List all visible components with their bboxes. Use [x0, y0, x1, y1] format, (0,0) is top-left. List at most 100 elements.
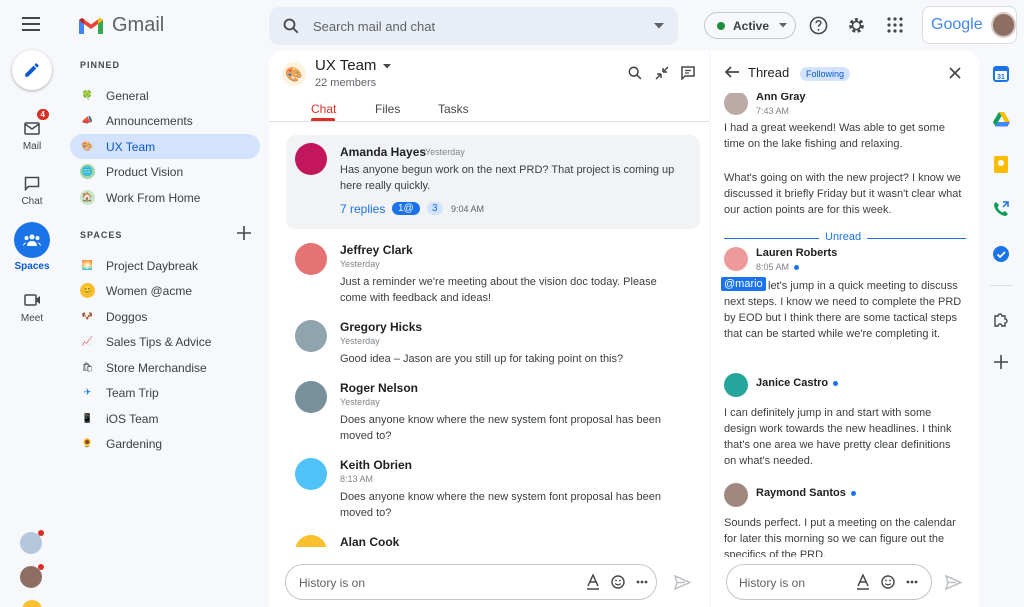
- calendar-icon[interactable]: 31: [990, 63, 1012, 85]
- close-icon[interactable]: [949, 67, 961, 79]
- mention-chip[interactable]: @mario: [721, 277, 766, 291]
- bottom-dm-avatar-partial[interactable]: [22, 600, 42, 607]
- sidebar-item-product-vision[interactable]: 🌐 Product Vision: [70, 159, 260, 184]
- bottom-dm-avatar[interactable]: [20, 564, 44, 588]
- sidebar-item-doggos[interactable]: 🐶 Doggos: [70, 304, 260, 329]
- sidebar-item-label: UX Team: [106, 139, 156, 154]
- space-title[interactable]: UX Team: [315, 57, 376, 74]
- sidebar-item-gardening[interactable]: 🌻 Gardening: [70, 431, 260, 456]
- voice-phone-icon[interactable]: [990, 198, 1012, 220]
- thread-compose-box[interactable]: History is on: [726, 564, 932, 600]
- message-author: Janice Castro: [756, 377, 839, 389]
- replies-link[interactable]: 7 replies: [340, 202, 385, 216]
- sidebar-item-ux-team[interactable]: 🎨 UX Team: [70, 134, 260, 159]
- avatar: [724, 483, 748, 507]
- chart-icon: 📈: [81, 336, 94, 346]
- compose-box[interactable]: History is on: [285, 564, 657, 600]
- search-bar[interactable]: Search mail and chat: [269, 7, 678, 45]
- sidebar-item-sales-tips[interactable]: 📈 Sales Tips & Advice: [70, 329, 260, 354]
- tab-chat[interactable]: Chat: [311, 102, 336, 116]
- message-author: Jeffrey Clark: [340, 243, 413, 257]
- send-icon[interactable]: [674, 575, 691, 590]
- emoji-icon[interactable]: [881, 575, 895, 589]
- following-badge[interactable]: Following: [800, 67, 851, 81]
- message-author: Ann Gray: [756, 93, 806, 103]
- sidebar-item-general[interactable]: 🍀 General: [70, 83, 260, 108]
- help-icon[interactable]: [809, 16, 828, 35]
- space-menu-chevron-icon[interactable]: [383, 64, 391, 69]
- app-rail: 4 Mail Chat Spaces Meet: [0, 0, 64, 607]
- drive-icon[interactable]: [990, 108, 1012, 130]
- avatar: [724, 247, 748, 271]
- rail-meet[interactable]: Meet: [0, 287, 64, 324]
- rail-chat-label: Chat: [21, 196, 43, 207]
- thread-compose-input[interactable]: History is on: [739, 576, 805, 590]
- main-menu-icon[interactable]: [22, 17, 40, 31]
- send-icon[interactable]: [945, 575, 962, 590]
- more-options-icon[interactable]: [906, 580, 918, 584]
- message-time: Yesterday: [340, 259, 380, 269]
- sidebar-item-store-merchandise[interactable]: 🛍 Store Merchandise: [70, 355, 260, 380]
- chevron-down-icon: [779, 23, 788, 28]
- highlighted-message[interactable]: Amanda Hayes Yesterday Has anyone begun …: [286, 135, 700, 229]
- message-author: Alan Cook: [340, 535, 400, 547]
- add-space-icon[interactable]: [237, 226, 251, 240]
- sidebar-item-work-from-home[interactable]: 🏠 Work From Home: [70, 185, 260, 210]
- add-app-icon[interactable]: [990, 351, 1012, 373]
- smiley-icon: 😊: [80, 283, 95, 298]
- collapse-icon[interactable]: [655, 66, 669, 80]
- tab-tasks[interactable]: Tasks: [438, 102, 469, 116]
- avatar: [724, 373, 748, 397]
- pinned-section-title: PINNED: [80, 60, 121, 70]
- notification-dot: [38, 530, 44, 536]
- add-ons-puzzle-icon[interactable]: [990, 308, 1012, 330]
- emoji-icon[interactable]: [611, 575, 625, 589]
- back-arrow-icon[interactable]: [725, 66, 739, 78]
- message-time: Yesterday: [340, 336, 380, 346]
- bottom-space-avatar[interactable]: [20, 530, 44, 554]
- unread-label: Unread: [819, 231, 868, 243]
- sidebar-item-announcements[interactable]: 📣 Announcements: [70, 108, 260, 133]
- more-options-icon[interactable]: [636, 580, 648, 584]
- status-dropdown[interactable]: Active: [704, 12, 796, 39]
- search-input[interactable]: Search mail and chat: [313, 19, 654, 34]
- sidebar-item-label: General: [106, 88, 149, 103]
- thread-view-icon[interactable]: [681, 66, 695, 80]
- message-text: Does anyone know where the new system fo…: [340, 491, 662, 519]
- tabs-divider: [269, 121, 709, 122]
- message-author: Lauren Roberts: [756, 247, 838, 259]
- tasks-icon[interactable]: [990, 243, 1012, 265]
- compose-input[interactable]: History is on: [299, 576, 365, 590]
- account-switcher[interactable]: Google: [922, 6, 1017, 44]
- tab-files[interactable]: Files: [375, 102, 400, 116]
- app-name: Gmail: [112, 14, 165, 36]
- apps-grid-icon[interactable]: [887, 17, 903, 33]
- sidebar-item-women-acme[interactable]: 😊 Women @acme: [70, 278, 260, 303]
- sidebar-item-label: Product Vision: [106, 164, 184, 179]
- search-icon[interactable]: [283, 18, 299, 34]
- sidebar-item-project-daybreak[interactable]: 🌅 Project Daybreak: [70, 253, 260, 278]
- avatar: [295, 243, 327, 275]
- sidebar-item-label: Women @acme: [106, 283, 192, 298]
- last-reply-time: 9:04 AM: [451, 204, 485, 214]
- rail-chat[interactable]: Chat: [0, 170, 64, 207]
- search-in-space-icon[interactable]: [628, 66, 642, 80]
- keep-icon[interactable]: [990, 153, 1012, 175]
- unread-dot-icon: [833, 380, 839, 386]
- sidebar-item-team-trip[interactable]: ✈ Team Trip: [70, 380, 260, 405]
- format-text-icon[interactable]: [856, 574, 870, 590]
- space-members[interactable]: 22 members: [315, 77, 376, 89]
- message-author: Raymond Santos: [756, 487, 856, 499]
- gear-icon[interactable]: [847, 16, 866, 35]
- gmail-logo[interactable]: Gmail: [78, 14, 164, 37]
- sidebar-item-label: Gardening: [106, 436, 163, 451]
- google-logo: Google: [931, 16, 983, 33]
- rail-mail[interactable]: 4 Mail: [0, 109, 64, 152]
- rail-spaces[interactable]: Spaces: [0, 222, 64, 272]
- format-text-icon[interactable]: [586, 574, 600, 590]
- video-icon: [16, 287, 48, 313]
- search-options-icon[interactable]: [654, 23, 664, 29]
- new-chat-button[interactable]: [12, 50, 52, 90]
- sidebar-item-ios-team[interactable]: 📱 iOS Team: [70, 406, 260, 431]
- avatar: [295, 143, 327, 175]
